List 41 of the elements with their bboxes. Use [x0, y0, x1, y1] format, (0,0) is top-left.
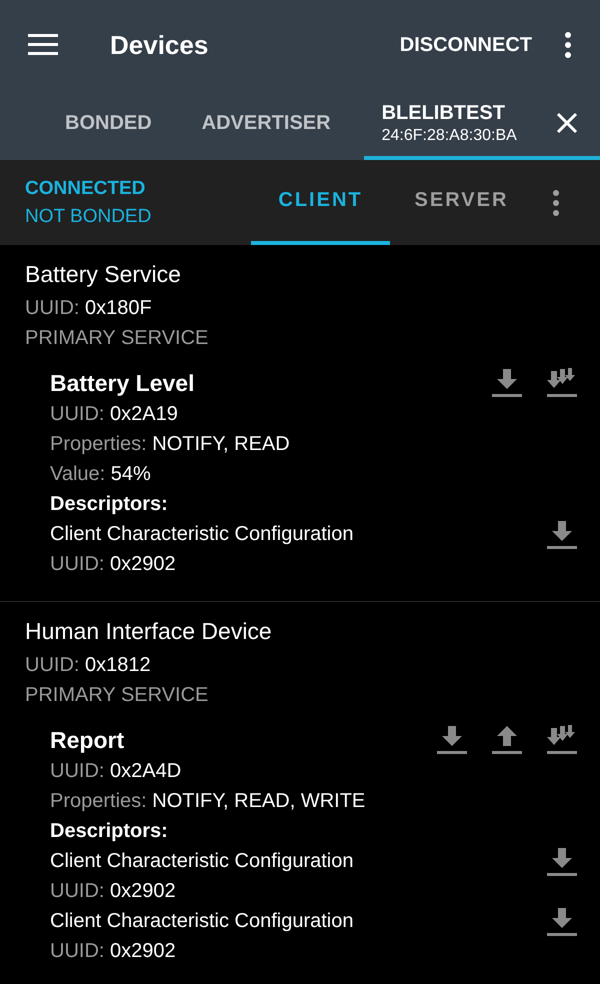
bond-status: NOT BONDED	[25, 206, 152, 228]
characteristic-field: UUID: 0x2A4D	[50, 756, 578, 786]
service-name: Human Interface Device	[25, 618, 273, 646]
descriptor-name: Client Characteristic Configuration	[50, 522, 354, 547]
download-icon[interactable]	[546, 906, 578, 938]
descriptors-heading: Descriptors:	[50, 819, 169, 844]
descriptor-name: Client Characteristic Configuration	[50, 909, 354, 934]
characteristic-field: Value: 54%	[50, 459, 578, 489]
role-tab[interactable]: SERVER	[392, 160, 531, 245]
characteristic-field: Properties: NOTIFY, READ	[50, 429, 578, 459]
service-name: Battery Service	[25, 261, 182, 289]
service-type: PRIMARY SERVICE	[25, 683, 210, 708]
connection-status: CONNECTED	[25, 178, 146, 200]
descriptor-uuid: UUID: 0x2902	[50, 552, 177, 577]
download-icon[interactable]	[546, 846, 578, 878]
disconnect-button[interactable]: DISCONNECT	[400, 34, 532, 56]
download-icon[interactable]	[491, 367, 523, 399]
service-type: PRIMARY SERVICE	[25, 326, 210, 351]
descriptors-heading: Descriptors:	[50, 492, 169, 517]
menu-icon[interactable]	[28, 34, 58, 56]
close-icon[interactable]	[556, 112, 578, 134]
more-icon[interactable]	[564, 32, 572, 58]
role-tab[interactable]: CLIENT	[251, 160, 390, 245]
triple-download-icon[interactable]	[546, 367, 578, 399]
characteristic-field: Properties: NOTIFY, READ, WRITE	[50, 786, 578, 816]
characteristic-field: UUID: 0x2A19	[50, 399, 578, 429]
download-icon[interactable]	[546, 519, 578, 551]
upload-icon[interactable]	[491, 724, 523, 756]
screen-title: Devices	[110, 30, 210, 60]
service-uuid: UUID: 0x1812	[25, 653, 152, 678]
characteristic-name: Report	[50, 726, 124, 755]
more-icon[interactable]	[552, 190, 560, 216]
service-uuid: UUID: 0x180F	[25, 296, 153, 321]
descriptor-uuid: UUID: 0x2902	[50, 939, 177, 964]
device-tab[interactable]: BONDED	[40, 90, 177, 160]
triple-download-icon[interactable]	[546, 724, 578, 756]
descriptor-uuid: UUID: 0x2902	[50, 879, 177, 904]
descriptor-name: Client Characteristic Configuration	[50, 849, 354, 874]
characteristic-name: Battery Level	[50, 369, 194, 398]
download-icon[interactable]	[436, 724, 468, 756]
device-tab[interactable]: ADVERTISER	[176, 90, 356, 160]
